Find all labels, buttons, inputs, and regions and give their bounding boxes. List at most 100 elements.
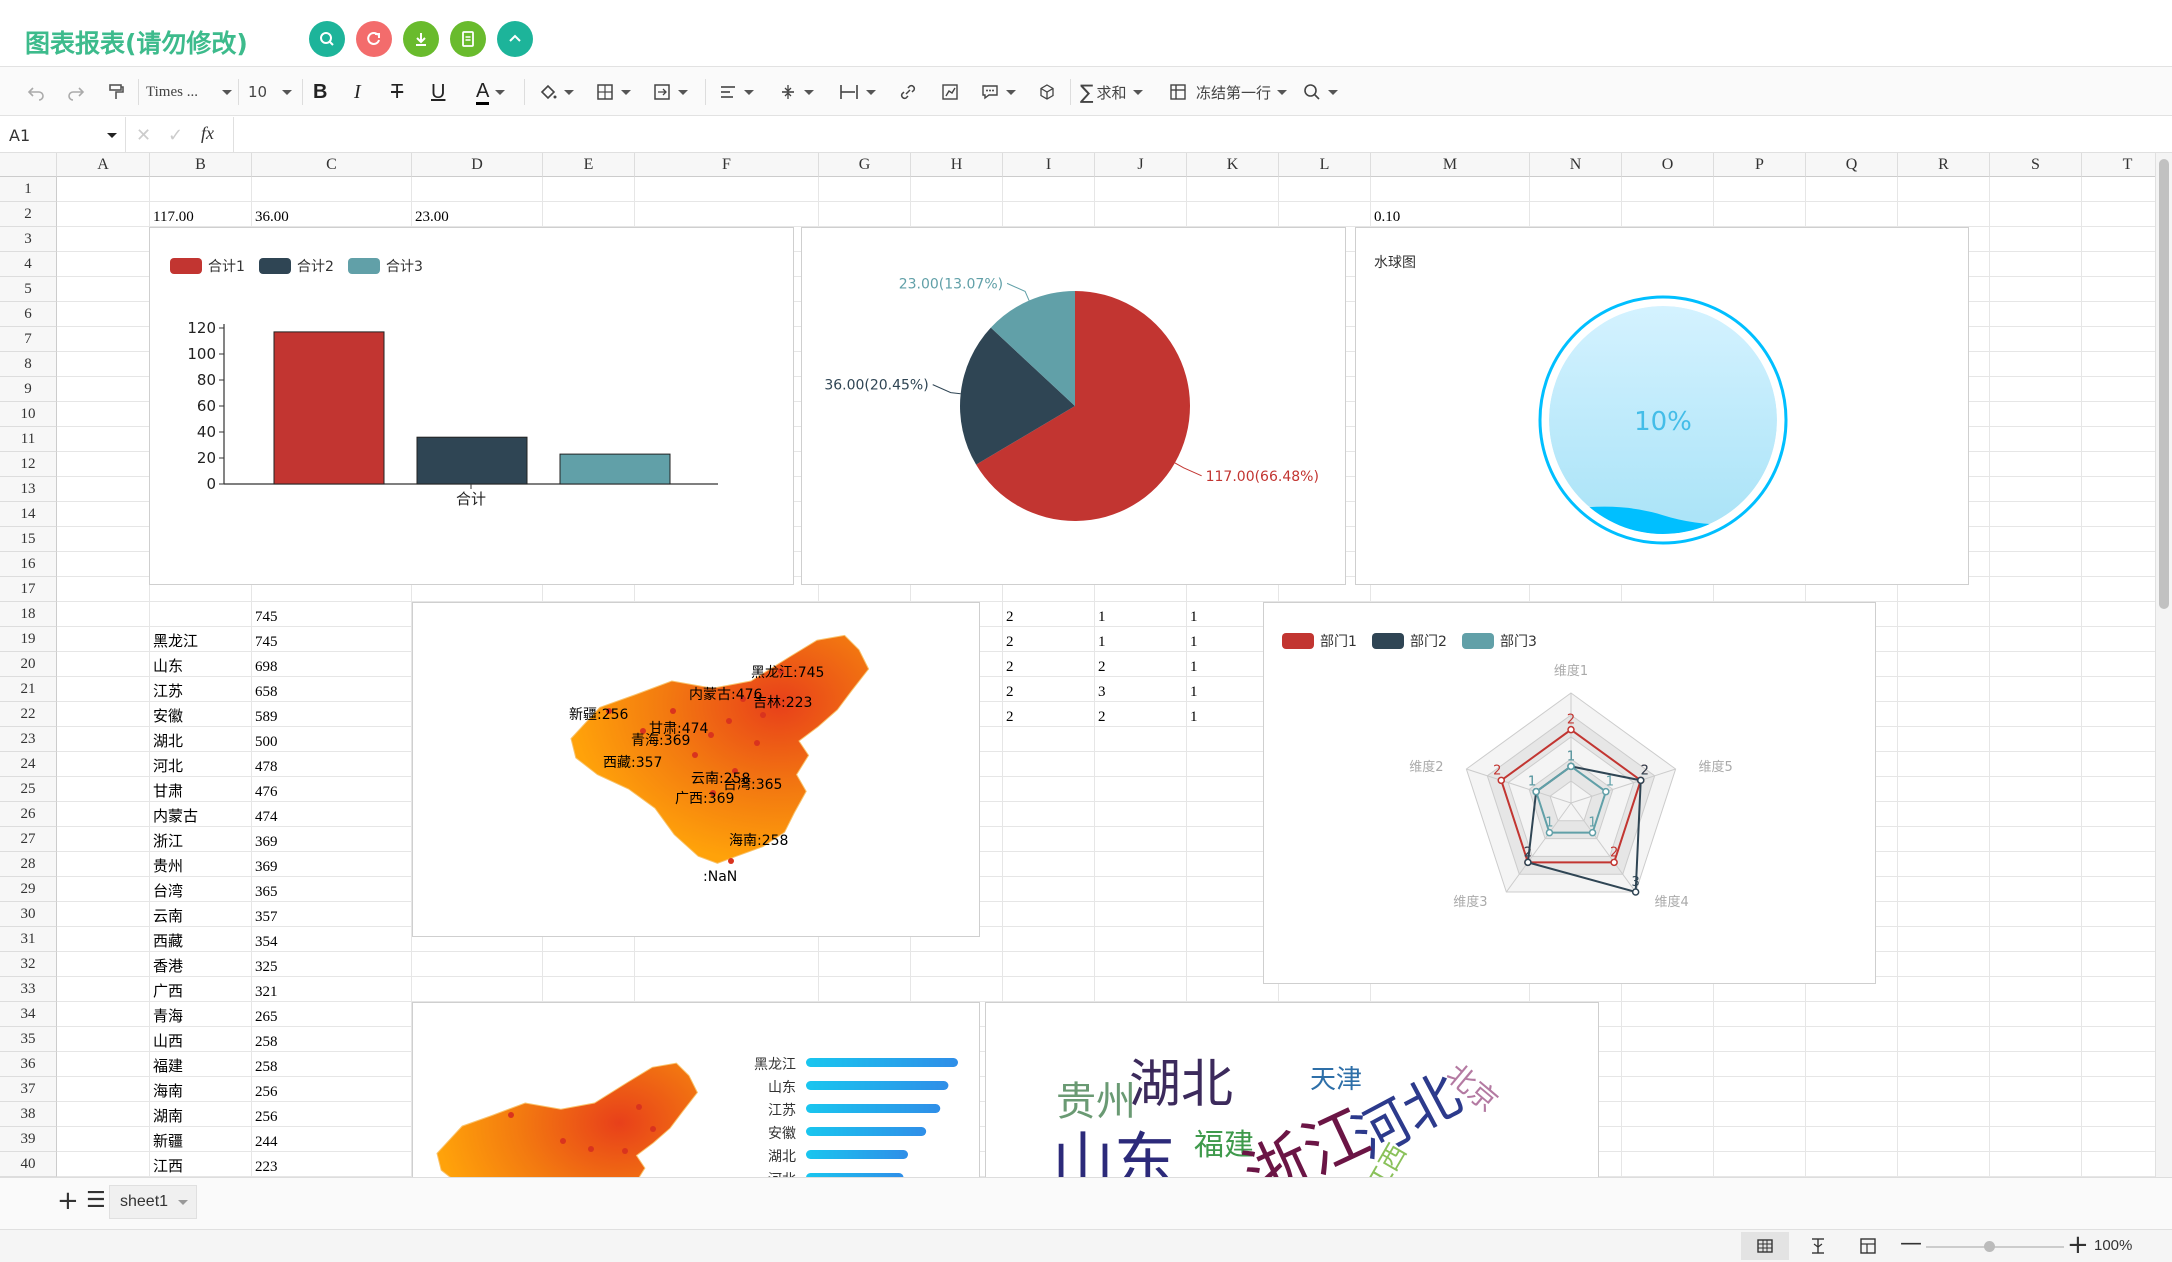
sum-button[interactable]: ∑ 求和 <box>1080 77 1143 107</box>
normal-view-button[interactable] <box>1741 1232 1789 1260</box>
row-header[interactable]: 30 <box>0 902 57 927</box>
row-header[interactable]: 14 <box>0 502 57 527</box>
data-cell[interactable]: 2 <box>1003 602 1095 627</box>
province-name-cell[interactable]: 甘肃 <box>150 777 252 802</box>
zoom-out-button[interactable]: — <box>1900 1231 1922 1256</box>
province-name-cell[interactable]: 浙江 <box>150 827 252 852</box>
column-header[interactable]: S <box>1990 153 2082 177</box>
text-wrap-button[interactable] <box>838 77 876 107</box>
pie-chart[interactable]: 117.00(66.48%) 36.00(20.45%) 23.00(13.07%) <box>801 227 1346 585</box>
zoom-in-button[interactable]: + <box>2067 1230 2089 1260</box>
data-cell[interactable]: 1 <box>1095 627 1187 652</box>
province-name-cell[interactable]: 湖北 <box>150 727 252 752</box>
column-header[interactable]: B <box>150 153 252 177</box>
province-name-cell[interactable]: 福建 <box>150 1052 252 1077</box>
refresh-button[interactable] <box>356 21 392 57</box>
row-header[interactable]: 7 <box>0 327 57 352</box>
cell-reference-box[interactable]: A1 <box>0 117 126 153</box>
column-header[interactable]: F <box>635 153 819 177</box>
province-name-cell[interactable]: 黑龙江 <box>150 627 252 652</box>
row-header[interactable]: 32 <box>0 952 57 977</box>
province-name-cell[interactable]: 贵州 <box>150 852 252 877</box>
undo-button[interactable] <box>26 77 46 107</box>
province-value-cell[interactable]: 369 <box>252 827 412 852</box>
cell-m2[interactable]: 0.10 <box>1371 202 1530 227</box>
row-header[interactable]: 13 <box>0 477 57 502</box>
cell-b2[interactable]: 117.00 <box>150 202 252 227</box>
bar-chart[interactable]: 合计1 合计2 合计3 0 20 40 60 80 100 120 合计 <box>149 227 794 585</box>
province-value-cell[interactable]: 365 <box>252 877 412 902</box>
province-value-cell[interactable]: 321 <box>252 977 412 1002</box>
row-header[interactable]: 2 <box>0 202 57 227</box>
row-header[interactable]: 6 <box>0 302 57 327</box>
row-header[interactable]: 27 <box>0 827 57 852</box>
province-value-cell[interactable]: 658 <box>252 677 412 702</box>
row-header[interactable]: 19 <box>0 627 57 652</box>
vertical-scrollbar[interactable] <box>2155 153 2172 1177</box>
row-header[interactable]: 17 <box>0 577 57 602</box>
row-header[interactable]: 3 <box>0 227 57 252</box>
row-header[interactable]: 34 <box>0 1002 57 1027</box>
valign-button[interactable] <box>778 77 814 107</box>
province-value-cell[interactable]: 369 <box>252 852 412 877</box>
page-layout-view-button[interactable] <box>1858 1236 1878 1260</box>
column-header[interactable]: J <box>1095 153 1187 177</box>
row-header[interactable]: 29 <box>0 877 57 902</box>
align-button[interactable] <box>718 77 754 107</box>
cancel-edit-icon[interactable]: ✕ <box>136 125 151 146</box>
province-value-cell[interactable]: 474 <box>252 802 412 827</box>
spreadsheet-grid[interactable]: ABCDEFGHIJKLMNOPQRST 1 2 3 4 5 6 7 8 9 10 11 12 13 14… <box>0 153 2172 1177</box>
row-header[interactable]: 26 <box>0 802 57 827</box>
row-header[interactable]: 16 <box>0 552 57 577</box>
column-header[interactable]: A <box>57 153 150 177</box>
province-value-cell[interactable]: 256 <box>252 1102 412 1127</box>
row-header[interactable]: 25 <box>0 777 57 802</box>
map-bar-chart[interactable]: 黑龙江山东江苏安徽湖北河北 <box>412 1002 980 1177</box>
collapse-button[interactable] <box>497 21 533 57</box>
data-cell[interactable]: 2 <box>1003 677 1095 702</box>
data-cell[interactable]: 2 <box>1003 652 1095 677</box>
zoom-slider-handle[interactable] <box>1984 1241 1995 1252</box>
formula-input[interactable] <box>234 117 2172 153</box>
download-button[interactable] <box>403 21 439 57</box>
province-value-cell[interactable]: 500 <box>252 727 412 752</box>
confirm-edit-icon[interactable]: ✓ <box>168 125 183 146</box>
province-name-cell[interactable]: 山东 <box>150 652 252 677</box>
data-cell[interactable]: 2 <box>1003 702 1095 727</box>
province-name-cell[interactable]: 青海 <box>150 1002 252 1027</box>
province-value-cell[interactable]: 244 <box>252 1127 412 1152</box>
column-header[interactable]: R <box>1898 153 1990 177</box>
province-value-cell[interactable]: 223 <box>252 1152 412 1177</box>
redo-button[interactable] <box>66 77 86 107</box>
row-header[interactable]: 15 <box>0 527 57 552</box>
province-name-cell[interactable]: 河北 <box>150 752 252 777</box>
italic-button[interactable]: I <box>354 77 361 107</box>
format-painter-button[interactable] <box>106 77 126 107</box>
province-name-cell[interactable]: 江西 <box>150 1152 252 1177</box>
merge-cells-button[interactable] <box>652 77 688 107</box>
search-button[interactable] <box>309 21 345 57</box>
row-header[interactable]: 22 <box>0 702 57 727</box>
column-header[interactable]: E <box>543 153 635 177</box>
font-family-select[interactable]: Times ... <box>146 77 232 107</box>
province-value-cell[interactable]: 258 <box>252 1027 412 1052</box>
sheet-list-icon[interactable]: ☰ <box>86 1188 106 1213</box>
column-header[interactable]: O <box>1622 153 1714 177</box>
cell-d2[interactable]: 23.00 <box>412 202 543 227</box>
radar-chart[interactable]: 部门1 部门2 部门3 维度1 维度5 维度4 维度3 维度2 2 2 2 2 2 1 2 3 2 1 1 1 1 1 1 <box>1263 602 1876 984</box>
row-header[interactable]: 8 <box>0 352 57 377</box>
underline-button[interactable]: U <box>431 77 445 107</box>
row-header[interactable]: 36 <box>0 1052 57 1077</box>
province-name-cell[interactable]: 台湾 <box>150 877 252 902</box>
row-header[interactable]: 5 <box>0 277 57 302</box>
data-cell[interactable]: 2 <box>1095 702 1187 727</box>
province-value-cell[interactable]: 258 <box>252 1052 412 1077</box>
province-value-cell[interactable]: 265 <box>252 1002 412 1027</box>
font-color-button[interactable]: A <box>476 77 506 107</box>
row-header[interactable]: 9 <box>0 377 57 402</box>
province-value-cell[interactable]: 256 <box>252 1077 412 1102</box>
insert-comment-button[interactable] <box>980 77 1016 107</box>
data-cell[interactable]: 3 <box>1095 677 1187 702</box>
row-header[interactable]: 10 <box>0 402 57 427</box>
corner-header[interactable] <box>0 153 57 177</box>
